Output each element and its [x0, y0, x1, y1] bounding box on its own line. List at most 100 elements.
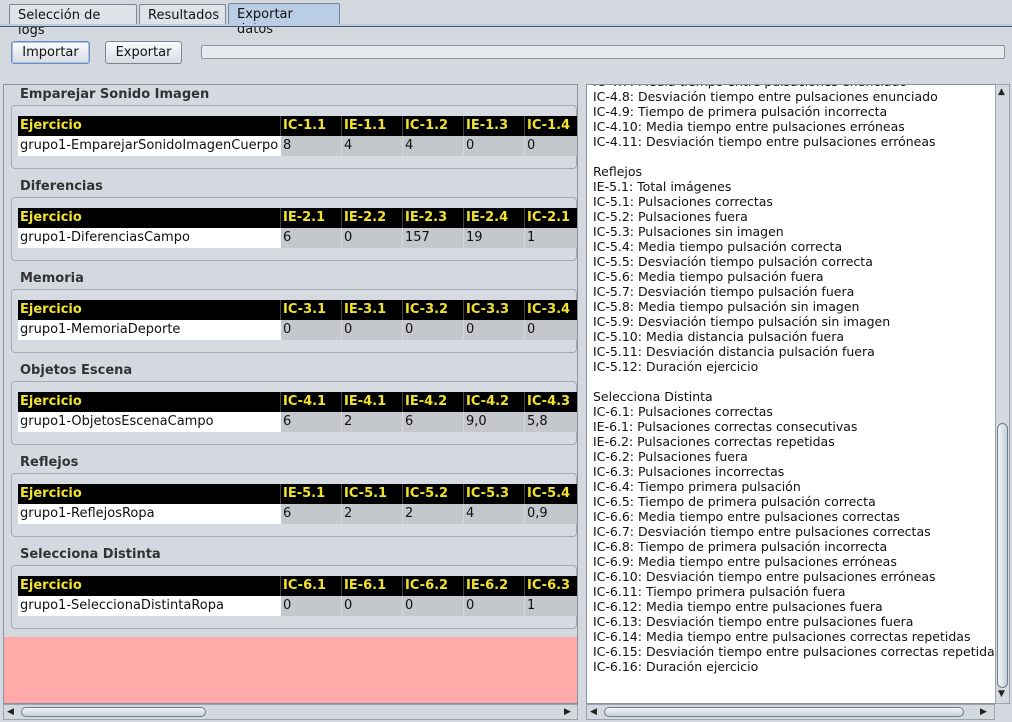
legend-spacer: [593, 149, 995, 164]
exercise-name-cell[interactable]: grupo1-MemoriaDeporte: [18, 320, 281, 340]
column-header[interactable]: IC-4.3: [525, 392, 577, 412]
legend-line: IC-6.1: Pulsaciones correctas: [593, 404, 773, 419]
value-cell[interactable]: 19: [464, 228, 525, 248]
exercise-name-cell[interactable]: grupo1-SeleccionaDistintaRopa: [18, 596, 281, 616]
column-header[interactable]: IE-6.2: [464, 576, 525, 596]
column-header[interactable]: IC-1.1: [281, 116, 342, 136]
column-header[interactable]: IC-6.3: [525, 576, 577, 596]
column-header[interactable]: Ejercicio: [18, 576, 281, 596]
column-header[interactable]: IC-6.1: [281, 576, 342, 596]
value-cell[interactable]: 6: [403, 412, 464, 432]
legend-line: IC-5.9: Desviación tiempo pulsación sin …: [593, 314, 891, 329]
exercise-name-cell[interactable]: grupo1-DiferenciasCampo: [18, 228, 281, 248]
column-header[interactable]: IC-3.1: [281, 300, 342, 320]
arrow-right-icon[interactable]: ▶: [980, 705, 987, 719]
results-table: Ejercicio IE-2.1 IE-2.2 IE-2.3 IE-2.4 IC-2.1 g…: [18, 208, 577, 248]
arrow-up-icon[interactable]: ▲: [998, 85, 1005, 99]
column-header[interactable]: Ejercicio: [18, 208, 281, 228]
column-header[interactable]: IE-1.1: [342, 116, 403, 136]
column-header[interactable]: IE-1.3: [464, 116, 525, 136]
arrow-left-icon[interactable]: ◀: [7, 705, 14, 719]
value-cell[interactable]: 0: [281, 320, 342, 340]
legend-line: IC-5.2: Pulsaciones fuera: [593, 209, 748, 224]
column-header[interactable]: IC-3.2: [403, 300, 464, 320]
legend-scroll-thumb[interactable]: [997, 423, 1008, 688]
value-cell[interactable]: 1: [525, 228, 577, 248]
column-header[interactable]: IC-4.2: [464, 392, 525, 412]
exercise-name-cell[interactable]: grupo1-EmparejarSonidoImagenCuerpo: [18, 136, 281, 156]
left-scroll-thumb[interactable]: [21, 707, 206, 717]
column-header[interactable]: IC-5.2: [403, 484, 464, 504]
value-cell[interactable]: 4: [342, 136, 403, 156]
value-cell[interactable]: 4: [403, 136, 464, 156]
legend-line: IC-6.13: Desviación tiempo entre pulsaci…: [593, 614, 914, 629]
column-header[interactable]: IC-2.1: [525, 208, 577, 228]
value-cell[interactable]: 0: [342, 596, 403, 616]
column-header[interactable]: IC-1.4: [525, 116, 577, 136]
left-horizontal-scrollbar[interactable]: ◀ ▶: [3, 704, 578, 720]
value-cell[interactable]: 0: [464, 320, 525, 340]
legend-line: IC-5.6: Media tiempo pulsación fuera: [593, 269, 824, 284]
column-header[interactable]: IE-2.4: [464, 208, 525, 228]
column-header[interactable]: IC-3.4: [525, 300, 577, 320]
legend-hscroll-thumb[interactable]: [604, 707, 964, 717]
arrow-right-icon[interactable]: ▶: [564, 705, 571, 719]
value-cell[interactable]: 2: [342, 412, 403, 432]
arrow-left-icon[interactable]: ◀: [590, 705, 597, 719]
value-cell[interactable]: 0: [403, 320, 464, 340]
column-header[interactable]: IC-6.2: [403, 576, 464, 596]
value-cell[interactable]: 0: [403, 596, 464, 616]
value-cell[interactable]: 0: [525, 320, 577, 340]
value-cell[interactable]: 0: [342, 228, 403, 248]
column-header[interactable]: IE-5.1: [281, 484, 342, 504]
value-cell[interactable]: 2: [403, 504, 464, 524]
column-header[interactable]: IE-2.1: [281, 208, 342, 228]
value-cell[interactable]: 6: [281, 504, 342, 524]
value-cell[interactable]: 6: [281, 412, 342, 432]
value-cell[interactable]: 0: [525, 136, 577, 156]
legend-line: IC-6.3: Pulsaciones incorrectas: [593, 464, 785, 479]
value-cell[interactable]: 0: [342, 320, 403, 340]
value-cell[interactable]: 0: [464, 596, 525, 616]
value-cell[interactable]: 1: [525, 596, 577, 616]
section-title: Reflejos: [20, 455, 79, 470]
column-header[interactable]: IC-3.3: [464, 300, 525, 320]
column-header[interactable]: Ejercicio: [18, 300, 281, 320]
value-cell[interactable]: 5,8: [525, 412, 577, 432]
value-cell[interactable]: 9,0: [464, 412, 525, 432]
value-cell[interactable]: 4: [464, 504, 525, 524]
legend-vertical-scrollbar[interactable]: ▲ ▼: [995, 84, 1010, 704]
column-header[interactable]: Ejercicio: [18, 392, 281, 412]
value-cell[interactable]: 0: [464, 136, 525, 156]
exercise-name-cell[interactable]: grupo1-ReflejosRopa: [18, 504, 281, 524]
column-header[interactable]: Ejercicio: [18, 484, 281, 504]
arrow-down-icon[interactable]: ▼: [998, 687, 1005, 701]
column-header[interactable]: IE-2.2: [342, 208, 403, 228]
value-cell[interactable]: 8: [281, 136, 342, 156]
export-button[interactable]: Exportar: [105, 41, 182, 64]
section-1: Diferencias Ejercicio IE-2.1 IE-2.2 IE-2.3 I…: [4, 177, 577, 269]
legend-horizontal-scrollbar[interactable]: ◀ ▶: [586, 704, 995, 720]
column-header[interactable]: IC-5.1: [342, 484, 403, 504]
exercise-name-cell[interactable]: grupo1-ObjetosEscenaCampo: [18, 412, 281, 432]
column-header[interactable]: IC-5.3: [464, 484, 525, 504]
column-header[interactable]: IE-2.3: [403, 208, 464, 228]
column-header[interactable]: IE-6.1: [342, 576, 403, 596]
value-cell[interactable]: 2: [342, 504, 403, 524]
legend-line: IC-4.8: Desviación tiempo entre pulsacio…: [593, 89, 938, 104]
import-button[interactable]: Importar: [11, 41, 90, 64]
legend-line: IE-6.1: Pulsaciones correctas consecutiv…: [593, 419, 858, 434]
column-header[interactable]: IE-4.2: [403, 392, 464, 412]
section-title: Emparejar Sonido Imagen: [20, 87, 210, 102]
value-cell[interactable]: 0,9: [525, 504, 577, 524]
column-header[interactable]: IC-1.2: [403, 116, 464, 136]
column-header[interactable]: IE-3.1: [342, 300, 403, 320]
value-cell[interactable]: 6: [281, 228, 342, 248]
legend-line: Reflejos: [593, 164, 643, 179]
column-header[interactable]: IE-4.1: [342, 392, 403, 412]
value-cell[interactable]: 157: [403, 228, 464, 248]
column-header[interactable]: IC-5.4: [525, 484, 577, 504]
column-header[interactable]: Ejercicio: [18, 116, 281, 136]
column-header[interactable]: IC-4.1: [281, 392, 342, 412]
value-cell[interactable]: 0: [281, 596, 342, 616]
